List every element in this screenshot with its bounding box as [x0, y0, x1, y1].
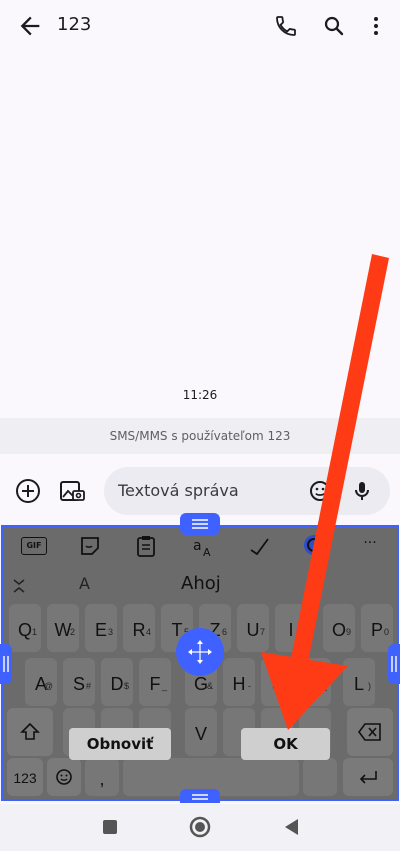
triangle-back-icon: [285, 819, 298, 835]
home-circle-icon: [189, 816, 211, 838]
arrow-head: [261, 652, 348, 730]
system-nav-bar: [0, 804, 400, 851]
back-nav-button[interactable]: [282, 817, 300, 837]
home-button[interactable]: [188, 815, 212, 839]
arrow-shaft: [287, 254, 389, 682]
square-icon: [103, 820, 117, 834]
recents-button[interactable]: [101, 818, 119, 836]
red-arrow-annotation: [261, 254, 389, 730]
